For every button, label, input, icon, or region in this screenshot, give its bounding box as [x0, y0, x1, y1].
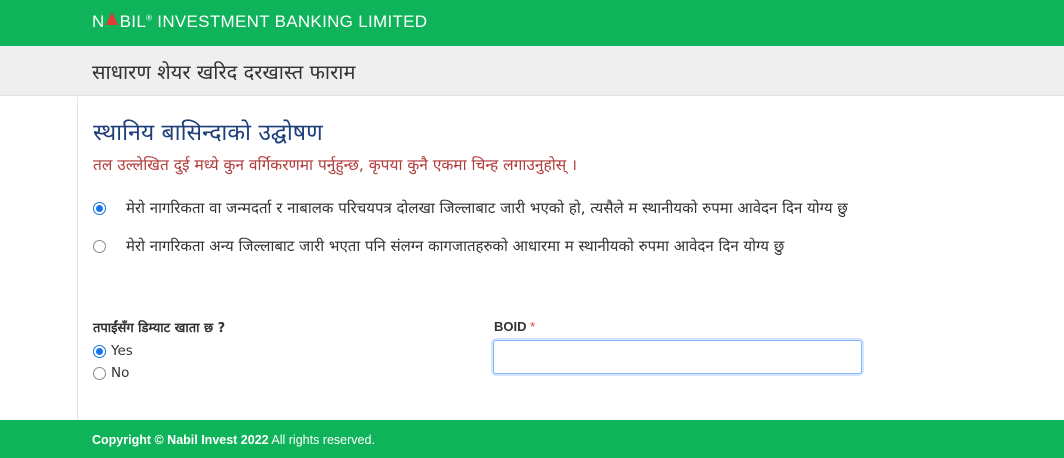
boid-label-text: BOID [494, 319, 527, 334]
form-content: स्थानिय बासिन्दाको उद्घोषण तल उल्लेखित द… [77, 97, 1064, 420]
local-option-other-district[interactable]: मेरो नागरिकता अन्य जिल्लाबाट जारी भएता प… [93, 234, 784, 258]
copyright-suffix: All rights reserved. [268, 433, 375, 447]
brand-letter-n: N [92, 12, 105, 31]
demat-yes-option[interactable]: Yes [93, 342, 133, 360]
form-title: साधारण शेयर खरिद दरखास्त फाराम [92, 60, 356, 84]
brand-logo[interactable]: N BIL® INVESTMENT BANKING LIMITED [92, 12, 427, 32]
radio-other-district[interactable] [93, 239, 106, 253]
radio-demat-no-label[interactable]: No [111, 365, 129, 381]
demat-question: तपाईंसँग डिम्याट खाता छ ? [93, 321, 226, 336]
radio-dolakha-label[interactable]: मेरो नागरिकता वा जन्मदर्ता र नाबालक परिच… [126, 198, 848, 218]
brand-triangle-icon [105, 12, 118, 25]
brand-suffix: INVESTMENT BANKING LIMITED [152, 12, 428, 31]
radio-demat-yes-label[interactable]: Yes [111, 343, 133, 359]
demat-no-option[interactable]: No [93, 364, 129, 382]
top-header-bar: N BIL® INVESTMENT BANKING LIMITED [0, 0, 1064, 46]
footer-bar: Copyright © Nabil Invest 2022 All rights… [0, 420, 1064, 458]
radio-demat-yes[interactable] [93, 344, 106, 358]
declaration-heading: स्थानिय बासिन्दाको उद्घोषण [93, 120, 323, 146]
radio-other-district-label[interactable]: मेरो नागरिकता अन्य जिल्लाबाट जारी भएता प… [126, 236, 784, 256]
form-title-bar: साधारण शेयर खरिद दरखास्त फाराम [0, 46, 1064, 96]
radio-dolakha[interactable] [93, 201, 106, 215]
required-asterisk: * [530, 319, 536, 334]
boid-input[interactable] [493, 340, 862, 374]
local-option-dolakha[interactable]: मेरो नागरिकता वा जन्मदर्ता र नाबालक परिच… [93, 196, 848, 220]
copyright-text: Copyright © Nabil Invest 2022 All rights… [92, 433, 375, 447]
boid-label: BOID * [494, 319, 535, 334]
radio-demat-no[interactable] [93, 366, 106, 380]
copyright-prefix: Copyright © Nabil Invest 2022 [92, 433, 269, 447]
declaration-instruction: तल उल्लेखित दुई मध्ये कुन वर्गिकरणमा पर्… [93, 156, 578, 174]
brand-letters-bil: BIL [119, 12, 147, 31]
brand-letter-a [105, 12, 120, 32]
